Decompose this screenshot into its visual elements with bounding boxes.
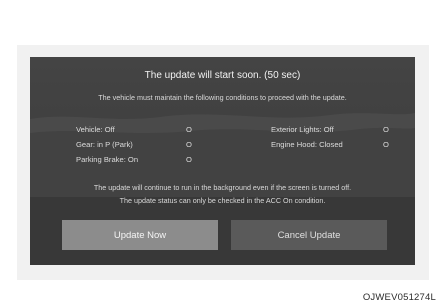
condition-exterior-lights-label: Exterior Lights: Off	[271, 125, 334, 134]
condition-gear-status: O	[186, 140, 192, 149]
figure-code: OJWEV051274L	[362, 292, 436, 303]
dialog-subtitle: The vehicle must maintain the following …	[98, 93, 347, 102]
cancel-update-label: Cancel Update	[277, 229, 341, 241]
condition-gear-label: Gear: in P (Park)	[76, 140, 133, 149]
condition-parking-brake-label: Parking Brake: On	[76, 155, 139, 164]
condition-vehicle-status: O	[186, 125, 192, 134]
condition-engine-hood-label: Engine Hood: Closed	[271, 140, 343, 149]
page: The update will start soon. (50 sec) The…	[0, 0, 444, 307]
dialog-title: The update will start soon. (50 sec)	[144, 70, 301, 81]
infotainment-screen: The update will start soon. (50 sec) The…	[30, 57, 415, 265]
condition-engine-hood-status: O	[383, 140, 389, 149]
update-now-button[interactable]: Update Now	[62, 220, 218, 250]
update-now-label: Update Now	[113, 229, 167, 241]
background-update-note: The update will continue to run in the b…	[93, 183, 352, 192]
condition-exterior-lights-status: O	[383, 125, 389, 134]
condition-vehicle-label: Vehicle: Off	[76, 125, 115, 134]
condition-parking-brake-status: O	[186, 155, 192, 164]
acc-status-note: The update status can only be checked in…	[119, 196, 326, 205]
cancel-update-button[interactable]: Cancel Update	[231, 220, 387, 250]
